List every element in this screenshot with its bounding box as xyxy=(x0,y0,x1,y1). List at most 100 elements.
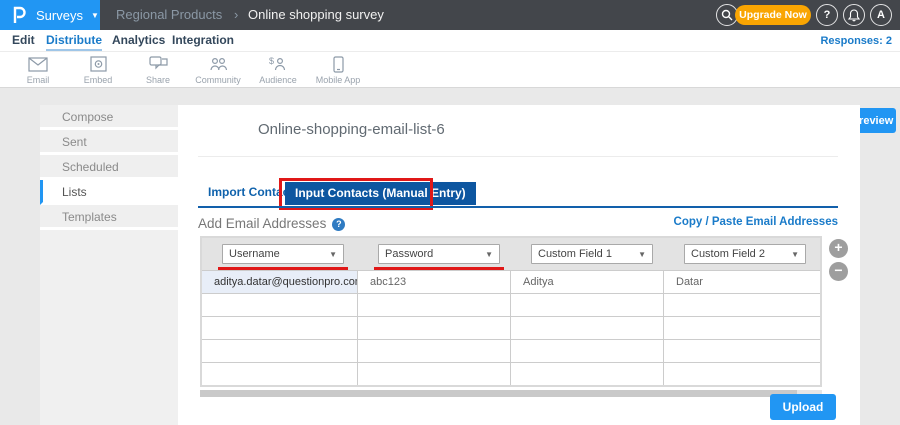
nav-distribute[interactable]: Distribute xyxy=(46,30,103,51)
username-select-value: Username xyxy=(229,248,280,260)
upload-button[interactable]: Upload xyxy=(770,394,836,420)
custom1-cell[interactable] xyxy=(511,316,664,339)
audience-icon: $ xyxy=(268,55,288,73)
sidebar-item-templates[interactable]: Templates xyxy=(40,205,178,230)
upgrade-now-button[interactable]: Upgrade Now xyxy=(735,5,811,25)
section-title: Add Email Addresses xyxy=(198,216,327,231)
chevron-down-icon: ▼ xyxy=(90,10,99,20)
scrollbar-thumb[interactable] xyxy=(200,390,798,397)
username-column-select[interactable]: Username ▼ xyxy=(222,244,344,264)
product-name: Surveys xyxy=(36,7,83,23)
toolbar-email-label: Email xyxy=(26,75,50,85)
top-bar: Surveys ▼ Regional Products › Online sho… xyxy=(0,0,900,30)
email-entry-table: Username ▼ Password ▼ Custom Field 1 ▼ Cust… xyxy=(200,236,822,387)
email-sidebar: Compose Sent Scheduled Lists Templates xyxy=(40,105,178,425)
table-row xyxy=(202,362,820,385)
custom-field-2-select[interactable]: Custom Field 2 ▼ xyxy=(684,244,806,264)
share-icon xyxy=(148,55,168,73)
custom2-cell[interactable] xyxy=(664,339,820,362)
lists-panel: Compose Sent Scheduled Lists Templates O… xyxy=(40,105,860,425)
nav-edit[interactable]: Edit xyxy=(12,30,35,51)
responses-count[interactable]: Responses: 2 xyxy=(820,30,892,52)
table-row xyxy=(202,316,820,339)
caret-down-icon: ▼ xyxy=(791,250,799,259)
password-cell[interactable] xyxy=(358,362,511,385)
toolbar-mobile-app[interactable]: Mobile App xyxy=(308,55,368,85)
embed-icon xyxy=(89,55,107,73)
nav-analytics[interactable]: Analytics xyxy=(112,30,165,51)
surveys-menu[interactable]: Surveys ▼ xyxy=(0,0,100,30)
add-row-button[interactable]: + xyxy=(829,239,848,258)
password-column-select[interactable]: Password ▼ xyxy=(378,244,500,264)
svg-text:$: $ xyxy=(269,56,274,66)
custom-field-1-select[interactable]: Custom Field 1 ▼ xyxy=(531,244,653,264)
email-cell[interactable] xyxy=(202,316,358,339)
custom1-cell[interactable] xyxy=(511,339,664,362)
password-cell[interactable] xyxy=(358,316,511,339)
table-row: aditya.datar@questionpro.com abc123 Adit… xyxy=(202,270,820,293)
notifications-bell-icon[interactable] xyxy=(843,4,865,26)
nav-integration[interactable]: Integration xyxy=(172,30,234,51)
help-button[interactable]: ? xyxy=(816,4,838,26)
add-email-addresses-row: Add Email Addresses ? Copy / Paste Email… xyxy=(198,216,838,234)
mobile-app-icon xyxy=(332,55,344,73)
title-divider xyxy=(198,156,838,157)
custom2-cell[interactable]: Datar xyxy=(664,270,820,293)
questionpro-logo-icon xyxy=(12,6,27,24)
toolbar-embed[interactable]: Embed xyxy=(68,55,128,85)
breadcrumb-current: Online shopping survey xyxy=(248,7,384,22)
survey-nav: Edit Distribute Analytics Integration Re… xyxy=(0,30,900,52)
toolbar-share-label: Share xyxy=(145,75,171,85)
sidebar-item-sent[interactable]: Sent xyxy=(40,130,178,155)
tab-underline xyxy=(198,206,838,208)
custom1-cell[interactable] xyxy=(511,362,664,385)
custom2-cell[interactable] xyxy=(664,316,820,339)
email-cell[interactable]: aditya.datar@questionpro.com xyxy=(202,270,358,293)
password-cell[interactable] xyxy=(358,339,511,362)
password-cell[interactable]: abc123 xyxy=(358,270,511,293)
header-col-custom-field-2: Custom Field 2 ▼ xyxy=(664,238,820,270)
custom-field-1-value: Custom Field 1 xyxy=(538,248,612,260)
toolbar-email[interactable]: Email xyxy=(8,55,68,85)
caret-down-icon: ▼ xyxy=(638,250,646,259)
remove-row-button[interactable]: − xyxy=(829,262,848,281)
email-cell[interactable] xyxy=(202,293,358,316)
table-row xyxy=(202,293,820,316)
toolbar-embed-label: Embed xyxy=(83,75,113,85)
community-icon xyxy=(209,55,228,73)
header-col-custom-field-1: Custom Field 1 ▼ xyxy=(511,238,664,270)
horizontal-scrollbar[interactable] xyxy=(200,390,822,397)
custom-field-2-value: Custom Field 2 xyxy=(691,248,765,260)
breadcrumb-parent[interactable]: Regional Products xyxy=(116,0,222,30)
toolbar-audience[interactable]: $ Audience xyxy=(248,55,308,85)
sidebar-item-compose[interactable]: Compose xyxy=(40,105,178,130)
account-avatar[interactable]: A xyxy=(870,4,892,26)
password-cell[interactable] xyxy=(358,293,511,316)
custom1-cell[interactable] xyxy=(511,293,664,316)
email-cell[interactable] xyxy=(202,339,358,362)
email-table-header: Username ▼ Password ▼ Custom Field 1 ▼ Cust… xyxy=(202,238,820,270)
questionpro-app: Surveys ▼ Regional Products › Online sho… xyxy=(0,0,900,425)
toolbar-mobile-app-label: Mobile App xyxy=(315,75,361,85)
custom1-cell[interactable]: Aditya xyxy=(511,270,664,293)
table-row xyxy=(202,339,820,362)
copy-paste-email-link[interactable]: Copy / Paste Email Addresses xyxy=(674,216,838,228)
caret-down-icon: ▼ xyxy=(329,250,337,259)
annotation-red-underline-username xyxy=(218,267,348,270)
custom2-cell[interactable] xyxy=(664,293,820,316)
list-detail-main: Online-shopping-email-list-6 Import Cont… xyxy=(178,105,860,425)
password-select-value: Password xyxy=(385,248,434,260)
sidebar-item-scheduled[interactable]: Scheduled xyxy=(40,155,178,180)
email-list-title: Online-shopping-email-list-6 xyxy=(258,121,445,138)
annotation-red-underline-password xyxy=(374,267,504,270)
toolbar-community[interactable]: Community xyxy=(188,55,248,85)
help-badge-icon[interactable]: ? xyxy=(332,218,346,231)
toolbar-audience-label: Audience xyxy=(259,75,297,85)
sidebar-item-lists[interactable]: Lists xyxy=(40,180,178,205)
toolbar-community-label: Community xyxy=(195,75,241,85)
caret-down-icon: ▼ xyxy=(485,250,493,259)
custom2-cell[interactable] xyxy=(664,362,820,385)
toolbar-share[interactable]: Share xyxy=(128,55,188,85)
email-cell[interactable] xyxy=(202,362,358,385)
header-col-username: Username ▼ xyxy=(202,238,358,270)
